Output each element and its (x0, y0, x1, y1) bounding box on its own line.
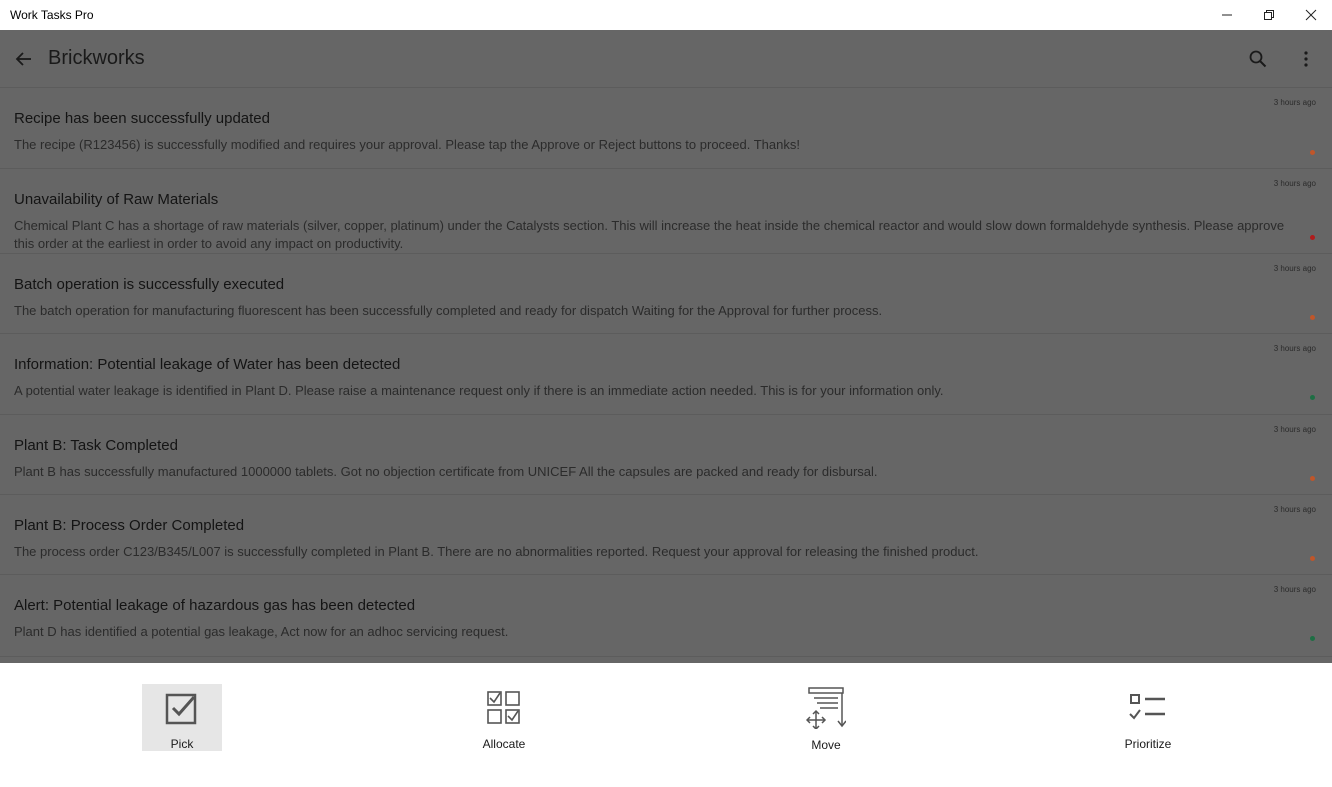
search-button[interactable] (1246, 47, 1270, 71)
notification-list: Recipe has been successfully updated The… (0, 88, 1332, 657)
prioritize-list-icon (1128, 688, 1168, 727)
page-title: Brickworks (48, 47, 145, 69)
notification-title: Batch operation is successfully executed (14, 276, 285, 293)
prioritize-button[interactable]: Prioritize (1108, 684, 1188, 751)
notification-time: 3 hours ago (1273, 505, 1316, 514)
status-dot (1310, 556, 1315, 561)
more-options-button[interactable] (1294, 47, 1318, 71)
restore-button[interactable] (1248, 0, 1290, 30)
notification-body: Chemical Plant C has a shortage of raw m… (14, 218, 1285, 251)
notification-body: The recipe (R123456) is successfully mod… (14, 137, 800, 152)
notification-item[interactable]: Plant B: Process Order Completed The pro… (0, 495, 1332, 575)
close-button[interactable] (1290, 0, 1332, 30)
pick-button[interactable]: Pick (142, 684, 222, 751)
notification-body: Plant B has successfully manufactured 10… (14, 464, 878, 479)
move-icon (806, 687, 846, 729)
status-dot (1310, 235, 1315, 240)
notification-title: Unavailability of Raw Materials (14, 191, 219, 208)
bottom-action-bar: Pick Allocate Move Prioritize (0, 663, 1332, 787)
pick-label: Pick (170, 737, 194, 751)
notification-body: The batch operation for manufacturing fl… (14, 303, 883, 318)
app-header: Brickworks (0, 30, 1332, 88)
allocate-label: Allocate (482, 737, 526, 751)
status-dot (1310, 315, 1315, 320)
checklist-grid-icon (484, 688, 524, 727)
notification-time: 3 hours ago (1273, 585, 1316, 594)
window-controls (1206, 0, 1332, 30)
notification-item[interactable]: Information: Potential leakage of Water … (0, 334, 1332, 415)
notification-time: 3 hours ago (1273, 98, 1316, 107)
minimize-button[interactable] (1206, 0, 1248, 30)
content-area: Brickworks Recipe has been successfully … (0, 30, 1332, 663)
notification-item[interactable]: Plant B: Task Completed Plant B has succ… (0, 415, 1332, 495)
notification-body: A potential water leakage is identified … (14, 383, 944, 398)
back-button[interactable] (12, 47, 36, 71)
checkbox-checked-icon (162, 688, 202, 727)
notification-item[interactable]: Alert: Potential leakage of hazardous ga… (0, 575, 1332, 657)
notification-time: 3 hours ago (1273, 425, 1316, 434)
notification-title: Plant B: Process Order Completed (14, 517, 245, 534)
prioritize-label: Prioritize (1124, 737, 1172, 751)
status-dot (1310, 395, 1315, 400)
close-icon (1305, 9, 1317, 21)
app-title: Work Tasks Pro (10, 8, 94, 22)
notification-time: 3 hours ago (1273, 179, 1316, 188)
allocate-button[interactable]: Allocate (464, 684, 544, 751)
status-dot (1310, 150, 1315, 155)
notification-item[interactable]: Batch operation is successfully executed… (0, 254, 1332, 334)
move-button[interactable]: Move (786, 684, 866, 752)
notification-title: Recipe has been successfully updated (14, 110, 270, 127)
notification-time: 3 hours ago (1273, 264, 1316, 273)
notification-title: Information: Potential leakage of Water … (14, 356, 401, 373)
notification-item[interactable]: Recipe has been successfully updated The… (0, 88, 1332, 169)
notification-item[interactable]: Unavailability of Raw Materials Chemical… (0, 169, 1332, 254)
arrow-left-icon (15, 52, 31, 66)
search-icon (1249, 50, 1267, 68)
notification-body: Plant D has identified a potential gas l… (14, 624, 509, 639)
status-dot (1310, 636, 1315, 641)
more-vertical-icon (1304, 51, 1308, 67)
notification-time: 3 hours ago (1273, 344, 1316, 353)
notification-body: The process order C123/B345/L007 is succ… (14, 544, 979, 559)
status-dot (1310, 476, 1315, 481)
restore-icon (1264, 10, 1274, 20)
notification-title: Alert: Potential leakage of hazardous ga… (14, 597, 416, 614)
move-label: Move (811, 738, 841, 752)
notification-title: Plant B: Task Completed (14, 437, 178, 454)
title-bar: Work Tasks Pro (0, 0, 1332, 30)
minimize-icon (1222, 14, 1232, 16)
